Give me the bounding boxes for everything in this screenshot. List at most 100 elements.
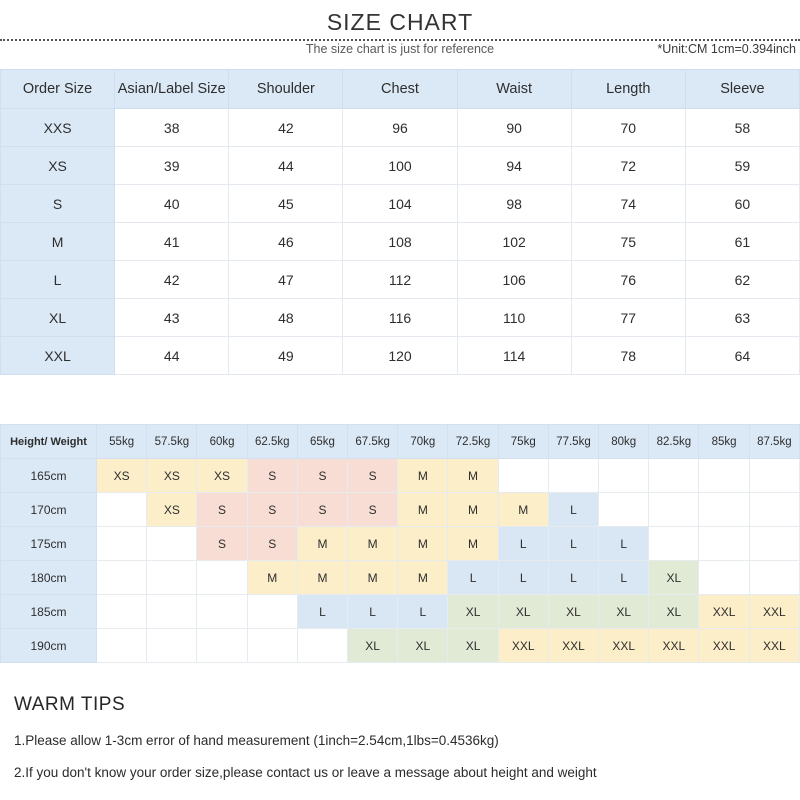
- table-row: 170cm XS S S S S M M M L: [0, 492, 800, 527]
- measurement-cell: 106: [456, 260, 572, 299]
- unit-note: *Unit:CM 1cm=0.394inch: [657, 42, 796, 56]
- size-recommendation-cell: S: [246, 492, 298, 527]
- measurement-cell: 75: [570, 222, 686, 261]
- height-weight-corner-label: Height/ Weight: [0, 424, 98, 459]
- size-recommendation-cell: [648, 492, 700, 527]
- measurement-cell: 120: [342, 336, 458, 375]
- size-recommendation-cell: L: [397, 594, 449, 629]
- weight-col-header: 57.5kg: [146, 424, 198, 459]
- size-recommendation-cell: [598, 492, 650, 527]
- measurement-cell: 47: [228, 260, 344, 299]
- weight-col-header: 70kg: [397, 424, 449, 459]
- size-recommendation-cell: XL: [497, 594, 549, 629]
- measurement-cell: 116: [342, 298, 458, 337]
- size-recommendation-cell: S: [196, 526, 248, 561]
- size-recommendation-cell: [146, 526, 198, 561]
- size-recommendation-cell: M: [447, 526, 499, 561]
- measurements-table-head: Order Size Asian/Label Size Shoulder Chest W…: [0, 69, 800, 109]
- size-recommendation-cell: [96, 492, 148, 527]
- measurements-col-header: Asian/Label Size: [114, 69, 230, 109]
- weight-col-header: 60kg: [196, 424, 248, 459]
- measurement-cell: 40: [114, 184, 230, 223]
- size-recommendation-cell: M: [397, 560, 449, 595]
- height-weight-table-wrap: Height/ Weight 55kg 57.5kg 60kg 62.5kg 65kg 67…: [0, 424, 800, 663]
- size-recommendation-cell: M: [296, 560, 349, 595]
- size-recommendation-cell: XL: [397, 628, 449, 663]
- height-row-header: 175cm: [0, 526, 98, 561]
- measurement-cell: 114: [456, 336, 572, 375]
- size-recommendation-cell: XXL: [547, 628, 600, 663]
- measurements-col-header: Length: [570, 69, 686, 109]
- table-row: M 41 46 108 102 75 61: [0, 222, 800, 261]
- size-recommendation-cell: XXL: [748, 594, 800, 629]
- size-recommendation-cell: [96, 526, 148, 561]
- height-weight-table-head: Height/ Weight 55kg 57.5kg 60kg 62.5kg 65kg 67…: [0, 424, 800, 459]
- measurement-cell: 64: [684, 336, 800, 375]
- size-recommendation-cell: L: [598, 526, 650, 561]
- weight-col-header: 87.5kg: [748, 424, 800, 459]
- size-recommendation-cell: M: [447, 458, 499, 493]
- measurement-cell: 63: [684, 298, 800, 337]
- weight-col-header: 77.5kg: [547, 424, 600, 459]
- size-recommendation-cell: S: [246, 526, 298, 561]
- measurement-cell: 43: [114, 298, 230, 337]
- size-recommendation-cell: S: [196, 492, 248, 527]
- height-weight-table-body: 165cm XS XS XS S S S M M 170cm XS S S S S M M M L 175cm S S M M…: [0, 458, 800, 663]
- measurement-cell: 48: [228, 298, 344, 337]
- size-recommendation-cell: XL: [547, 594, 600, 629]
- size-recommendation-cell: XS: [196, 458, 248, 493]
- size-recommendation-cell: M: [347, 526, 399, 561]
- table-row: L 42 47 112 106 76 62: [0, 260, 800, 299]
- table-row: XS 39 44 100 94 72 59: [0, 146, 800, 185]
- size-recommendation-cell: [96, 560, 148, 595]
- measurement-cell: 39: [114, 146, 230, 185]
- order-size-cell: XXL: [0, 336, 116, 375]
- weight-col-header: 72.5kg: [447, 424, 499, 459]
- weight-col-header: 80kg: [598, 424, 650, 459]
- measurement-cell: 62: [684, 260, 800, 299]
- measurements-col-header: Order Size: [0, 69, 116, 109]
- order-size-cell: XXS: [0, 108, 116, 147]
- measurement-cell: 102: [456, 222, 572, 261]
- header-block: SIZE CHART: [0, 8, 800, 36]
- order-size-cell: XS: [0, 146, 116, 185]
- size-recommendation-cell: XL: [447, 628, 499, 663]
- height-row-header: 170cm: [0, 492, 98, 527]
- measurement-cell: 96: [342, 108, 458, 147]
- size-recommendation-cell: [96, 594, 148, 629]
- measurement-cell: 72: [570, 146, 686, 185]
- size-recommendation-cell: XXL: [497, 628, 549, 663]
- size-recommendation-cell: L: [547, 526, 600, 561]
- measurement-cell: 46: [228, 222, 344, 261]
- size-recommendation-cell: [648, 526, 700, 561]
- weight-col-header: 75kg: [497, 424, 549, 459]
- size-recommendation-cell: [698, 458, 750, 493]
- size-recommendation-cell: M: [246, 560, 298, 595]
- measurement-cell: 77: [570, 298, 686, 337]
- size-recommendation-cell: XL: [648, 594, 700, 629]
- size-recommendation-cell: XXL: [698, 594, 750, 629]
- measurement-cell: 58: [684, 108, 800, 147]
- measurement-cell: 42: [114, 260, 230, 299]
- size-recommendation-cell: L: [547, 560, 600, 595]
- measurement-cell: 100: [342, 146, 458, 185]
- measurement-cell: 94: [456, 146, 572, 185]
- size-recommendation-cell: XXL: [648, 628, 700, 663]
- measurement-cell: 60: [684, 184, 800, 223]
- size-recommendation-cell: [146, 560, 198, 595]
- size-recommendation-cell: [698, 526, 750, 561]
- table-row: 175cm S S M M M M L L L: [0, 526, 800, 561]
- measurements-col-header: Shoulder: [228, 69, 344, 109]
- measurement-cell: 61: [684, 222, 800, 261]
- measurement-cell: 108: [342, 222, 458, 261]
- height-row-header: 165cm: [0, 458, 98, 493]
- size-recommendation-cell: S: [296, 458, 349, 493]
- measurement-cell: 70: [570, 108, 686, 147]
- size-recommendation-cell: XL: [447, 594, 499, 629]
- table-row: S 40 45 104 98 74 60: [0, 184, 800, 223]
- size-recommendation-cell: [598, 458, 650, 493]
- warm-tips-section: WARM TIPS 1.Please allow 1-3cm error of …: [14, 694, 794, 796]
- measurements-col-header: Chest: [342, 69, 458, 109]
- height-row-header: 180cm: [0, 560, 98, 595]
- size-recommendation-cell: [196, 594, 248, 629]
